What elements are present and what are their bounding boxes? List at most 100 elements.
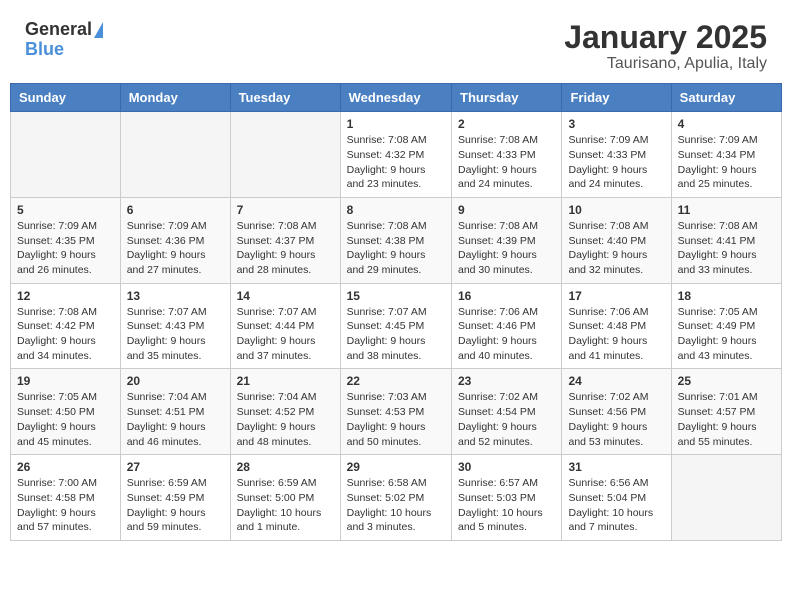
- day-info: Sunrise: 7:04 AM Sunset: 4:52 PM Dayligh…: [237, 390, 334, 449]
- weekday-header-wednesday: Wednesday: [340, 84, 451, 112]
- day-info: Sunrise: 7:02 AM Sunset: 4:54 PM Dayligh…: [458, 390, 555, 449]
- weekday-header-friday: Friday: [562, 84, 671, 112]
- page-header: General Blue January 2025 Taurisano, Apu…: [10, 10, 782, 78]
- day-info: Sunrise: 7:03 AM Sunset: 4:53 PM Dayligh…: [347, 390, 445, 449]
- logo-triangle-icon: [94, 22, 103, 38]
- day-number: 5: [17, 203, 114, 217]
- calendar-subtitle: Taurisano, Apulia, Italy: [564, 55, 767, 73]
- calendar-day-cell: 29Sunrise: 6:58 AM Sunset: 5:02 PM Dayli…: [340, 455, 451, 541]
- calendar-week-row: 19 Sunrise: 7:05 AM Sunset: 4:50 PM Dayli…: [11, 369, 782, 455]
- day-number: 29: [347, 460, 445, 474]
- day-number: 23: [458, 374, 555, 388]
- day-info: Sunrise: 7:07 AM Sunset: 4:45 PM Dayligh…: [347, 305, 445, 364]
- calendar-day-cell: 24 Sunrise: 7:02 AM Sunset: 4:56 PM Dayli…: [562, 369, 671, 455]
- day-number: 12: [17, 289, 114, 303]
- calendar-day-cell: 3 Sunrise: 7:09 AM Sunset: 4:33 PM Daylig…: [562, 112, 671, 198]
- weekday-header-row: SundayMondayTuesdayWednesdayThursdayFrid…: [11, 84, 782, 112]
- day-info: Sunrise: 7:08 AM Sunset: 4:40 PM Dayligh…: [568, 219, 664, 278]
- day-info: Sunrise: 7:04 AM Sunset: 4:51 PM Dayligh…: [127, 390, 224, 449]
- calendar-day-cell: 1 Sunrise: 7:08 AM Sunset: 4:32 PM Daylig…: [340, 112, 451, 198]
- calendar-day-cell: 26 Sunrise: 7:00 AM Sunset: 4:58 PM Dayli…: [11, 455, 121, 541]
- calendar-table: SundayMondayTuesdayWednesdayThursdayFrid…: [10, 83, 782, 541]
- day-info: Sunrise: 7:00 AM Sunset: 4:58 PM Dayligh…: [17, 476, 114, 535]
- calendar-day-cell: 16Sunrise: 7:06 AM Sunset: 4:46 PM Dayli…: [452, 283, 562, 369]
- calendar-day-cell: 2Sunrise: 7:08 AM Sunset: 4:33 PM Daylig…: [452, 112, 562, 198]
- calendar-day-cell: 25 Sunrise: 7:01 AM Sunset: 4:57 PM Dayli…: [671, 369, 781, 455]
- calendar-day-cell: 8 Sunrise: 7:08 AM Sunset: 4:38 PM Daylig…: [340, 197, 451, 283]
- day-info: Sunrise: 7:09 AM Sunset: 4:34 PM Dayligh…: [678, 133, 775, 192]
- calendar-day-cell: 23 Sunrise: 7:02 AM Sunset: 4:54 PM Dayli…: [452, 369, 562, 455]
- day-info: Sunrise: 7:02 AM Sunset: 4:56 PM Dayligh…: [568, 390, 664, 449]
- weekday-header-saturday: Saturday: [671, 84, 781, 112]
- calendar-day-cell: 11 Sunrise: 7:08 AM Sunset: 4:41 PM Dayli…: [671, 197, 781, 283]
- day-number: 13: [127, 289, 224, 303]
- day-number: 11: [678, 203, 775, 217]
- day-number: 26: [17, 460, 114, 474]
- calendar-day-cell: 17 Sunrise: 7:06 AM Sunset: 4:48 PM Dayli…: [562, 283, 671, 369]
- calendar-day-cell: 12 Sunrise: 7:08 AM Sunset: 4:42 PM Dayli…: [11, 283, 121, 369]
- weekday-header-tuesday: Tuesday: [230, 84, 340, 112]
- calendar-day-cell: 18 Sunrise: 7:05 AM Sunset: 4:49 PM Dayli…: [671, 283, 781, 369]
- day-number: 24: [568, 374, 664, 388]
- calendar-day-cell: 15 Sunrise: 7:07 AM Sunset: 4:45 PM Dayli…: [340, 283, 451, 369]
- day-info: Sunrise: 7:08 AM Sunset: 4:32 PM Dayligh…: [347, 133, 445, 192]
- calendar-day-cell: 27Sunrise: 6:59 AM Sunset: 4:59 PM Dayli…: [120, 455, 230, 541]
- calendar-day-cell: 7Sunrise: 7:08 AM Sunset: 4:37 PM Daylig…: [230, 197, 340, 283]
- calendar-day-cell: [120, 112, 230, 198]
- day-number: 14: [237, 289, 334, 303]
- weekday-header-monday: Monday: [120, 84, 230, 112]
- day-number: 25: [678, 374, 775, 388]
- calendar-day-cell: 19 Sunrise: 7:05 AM Sunset: 4:50 PM Dayli…: [11, 369, 121, 455]
- day-number: 1: [347, 117, 445, 131]
- day-number: 31: [568, 460, 664, 474]
- day-info: Sunrise: 7:01 AM Sunset: 4:57 PM Dayligh…: [678, 390, 775, 449]
- day-number: 30: [458, 460, 555, 474]
- day-info: Sunrise: 7:07 AM Sunset: 4:43 PM Dayligh…: [127, 305, 224, 364]
- calendar-day-cell: [671, 455, 781, 541]
- day-number: 15: [347, 289, 445, 303]
- day-info: Sunrise: 7:09 AM Sunset: 4:35 PM Dayligh…: [17, 219, 114, 278]
- day-number: 2: [458, 117, 555, 131]
- day-number: 18: [678, 289, 775, 303]
- day-number: 6: [127, 203, 224, 217]
- day-info: Sunrise: 7:09 AM Sunset: 4:33 PM Dayligh…: [568, 133, 664, 192]
- day-info: Sunrise: 7:05 AM Sunset: 4:50 PM Dayligh…: [17, 390, 114, 449]
- logo-blue-text: Blue: [25, 40, 64, 60]
- calendar-day-cell: 30Sunrise: 6:57 AM Sunset: 5:03 PM Dayli…: [452, 455, 562, 541]
- day-number: 8: [347, 203, 445, 217]
- calendar-day-cell: 10 Sunrise: 7:08 AM Sunset: 4:40 PM Dayli…: [562, 197, 671, 283]
- day-info: Sunrise: 6:59 AM Sunset: 5:00 PM Dayligh…: [237, 476, 334, 535]
- weekday-header-thursday: Thursday: [452, 84, 562, 112]
- calendar-day-cell: 28 Sunrise: 6:59 AM Sunset: 5:00 PM Dayli…: [230, 455, 340, 541]
- logo: General Blue: [25, 20, 103, 60]
- day-number: 7: [237, 203, 334, 217]
- calendar-day-cell: 6 Sunrise: 7:09 AM Sunset: 4:36 PM Daylig…: [120, 197, 230, 283]
- calendar-week-row: 5 Sunrise: 7:09 AM Sunset: 4:35 PM Daylig…: [11, 197, 782, 283]
- calendar-title: January 2025: [564, 20, 767, 55]
- calendar-day-cell: 5 Sunrise: 7:09 AM Sunset: 4:35 PM Daylig…: [11, 197, 121, 283]
- day-info: Sunrise: 6:56 AM Sunset: 5:04 PM Dayligh…: [568, 476, 664, 535]
- day-info: Sunrise: 7:08 AM Sunset: 4:42 PM Dayligh…: [17, 305, 114, 364]
- day-number: 10: [568, 203, 664, 217]
- calendar-day-cell: 22Sunrise: 7:03 AM Sunset: 4:53 PM Dayli…: [340, 369, 451, 455]
- day-info: Sunrise: 7:06 AM Sunset: 4:48 PM Dayligh…: [568, 305, 664, 364]
- day-info: Sunrise: 7:08 AM Sunset: 4:38 PM Dayligh…: [347, 219, 445, 278]
- day-number: 17: [568, 289, 664, 303]
- day-number: 9: [458, 203, 555, 217]
- weekday-header-sunday: Sunday: [11, 84, 121, 112]
- calendar-day-cell: 31 Sunrise: 6:56 AM Sunset: 5:04 PM Dayli…: [562, 455, 671, 541]
- logo-general-text: General: [25, 20, 92, 40]
- day-info: Sunrise: 7:07 AM Sunset: 4:44 PM Dayligh…: [237, 305, 334, 364]
- day-number: 4: [678, 117, 775, 131]
- calendar-day-cell: 14 Sunrise: 7:07 AM Sunset: 4:44 PM Dayli…: [230, 283, 340, 369]
- day-info: Sunrise: 7:09 AM Sunset: 4:36 PM Dayligh…: [127, 219, 224, 278]
- calendar-week-row: 1 Sunrise: 7:08 AM Sunset: 4:32 PM Daylig…: [11, 112, 782, 198]
- day-info: Sunrise: 7:08 AM Sunset: 4:41 PM Dayligh…: [678, 219, 775, 278]
- day-number: 28: [237, 460, 334, 474]
- title-block: January 2025 Taurisano, Apulia, Italy: [564, 20, 767, 73]
- day-info: Sunrise: 7:05 AM Sunset: 4:49 PM Dayligh…: [678, 305, 775, 364]
- day-number: 3: [568, 117, 664, 131]
- calendar-day-cell: 20 Sunrise: 7:04 AM Sunset: 4:51 PM Dayli…: [120, 369, 230, 455]
- day-number: 20: [127, 374, 224, 388]
- day-number: 19: [17, 374, 114, 388]
